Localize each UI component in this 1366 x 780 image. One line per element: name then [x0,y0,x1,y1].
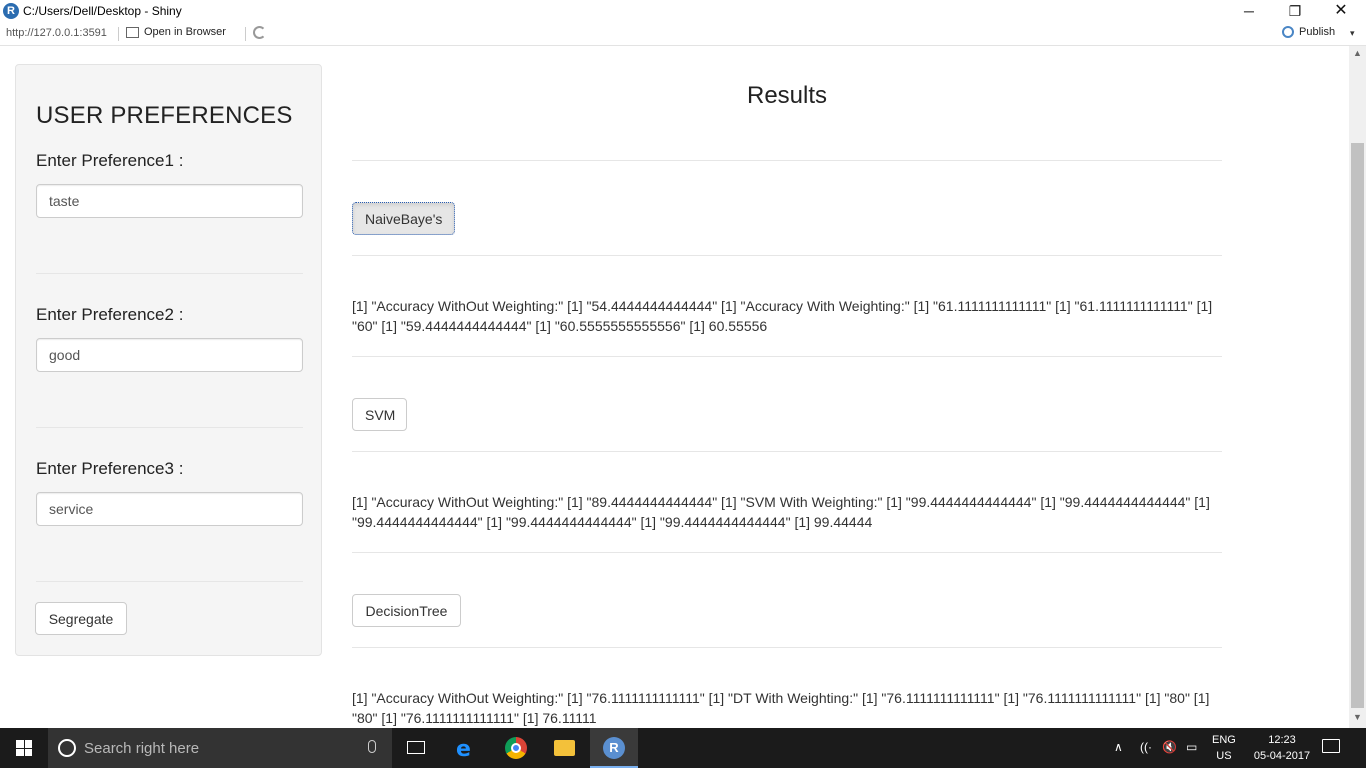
preference1-label: Enter Preference1 : [36,151,184,170]
window-titlebar: R C:/Users/Dell/Desktop - Shiny ─ ❐ ✕ [0,0,1366,23]
viewer-toolbar: http://127.0.0.1:3591 Open in Browser Pu… [0,23,1366,46]
clock-date: 05-04-2017 [1253,750,1311,762]
preference2-label: Enter Preference2 : [36,305,184,324]
start-button[interactable] [0,728,48,768]
windows-taskbar: Search right here e R ∧ ((· 🔇 ▭ ENG US 1… [0,728,1366,768]
vertical-scrollbar[interactable]: ▲ ▼ [1349,46,1366,728]
task-view-button[interactable] [392,728,440,768]
divider [352,552,1222,553]
divider [36,427,303,428]
battery-icon[interactable]: ▭ [1186,740,1197,780]
taskbar-search-box[interactable]: Search right here [48,728,392,768]
scroll-up-icon[interactable]: ▲ [1349,48,1366,60]
clock-time: 12:23 [1268,734,1296,746]
refresh-icon[interactable] [253,26,266,39]
microphone-icon[interactable] [368,740,376,753]
publish-icon [1282,26,1294,38]
divider [352,451,1222,452]
divider [352,160,1222,161]
chrome-taskbar-button[interactable] [492,728,540,768]
network-icon[interactable]: ((· [1140,740,1152,780]
divider [352,356,1222,357]
publish-dropdown-icon[interactable]: ▾ [1350,28,1355,39]
minimize-button[interactable]: ─ [1226,0,1272,23]
file-explorer-taskbar-button[interactable] [541,728,589,768]
publish-label: Publish [1299,26,1336,38]
rstudio-taskbar-button[interactable]: R [590,728,638,768]
scroll-down-icon[interactable]: ▼ [1349,712,1366,724]
panel-title: USER PREFERENCES [36,102,293,129]
r-icon: R [603,737,625,759]
search-placeholder: Search right here [84,740,200,757]
naive-bayes-output: [1] "Accuracy WithOut Weighting:" [1] "5… [352,298,1213,334]
svm-button[interactable]: SVM [352,398,407,431]
toolbar-divider [245,27,246,41]
window-title: C:/Users/Dell/Desktop - Shiny [23,4,182,18]
open-in-browser-label: Open in Browser [144,26,226,38]
divider [36,273,303,274]
edge-taskbar-button[interactable]: e [442,728,490,768]
url-address[interactable]: http://127.0.0.1:3591 [6,27,107,39]
divider [352,255,1222,256]
cortana-icon [58,739,76,757]
language-code: ENG [1212,734,1236,746]
publish-button[interactable]: Publish [1282,26,1335,38]
results-title: Results [746,82,828,109]
restore-button[interactable]: ❐ [1272,0,1318,23]
user-preferences-panel: USER PREFERENCES Enter Preference1 : Ent… [15,64,322,656]
keyboard-layout-code: US [1216,750,1232,762]
edge-icon: e [456,737,471,762]
action-center-icon[interactable] [1322,739,1340,753]
open-window-icon [126,26,139,38]
preference3-label: Enter Preference3 : [36,459,184,478]
toolbar-divider [118,27,119,41]
rstudio-app-icon: R [3,3,19,19]
volume-muted-icon[interactable]: 🔇 [1162,740,1177,780]
close-button[interactable]: ✕ [1318,0,1364,23]
show-hidden-icons-icon[interactable]: ∧ [1114,740,1123,780]
svm-output: [1] "Accuracy WithOut Weighting:" [1] "8… [352,494,1210,530]
decision-tree-output: [1] "Accuracy WithOut Weighting:" [1] "7… [352,690,1210,726]
task-view-icon [407,741,425,754]
preference1-input[interactable] [36,184,303,218]
windows-logo-icon [16,740,32,756]
folder-icon [554,740,575,756]
divider [352,647,1222,648]
segregate-button[interactable]: Segregate [35,602,127,635]
system-clock[interactable]: 12:23 05-04-2017 [1244,732,1320,764]
input-language-indicator[interactable]: ENG US [1212,732,1236,764]
decision-tree-button[interactable]: DecisionTree [352,594,461,627]
preference3-input[interactable] [36,492,303,526]
scroll-thumb[interactable] [1351,143,1364,708]
divider [36,581,303,582]
open-in-browser-button[interactable]: Open in Browser [126,26,226,38]
chrome-icon [505,737,527,759]
naive-bayes-button[interactable]: NaiveBaye's [352,202,455,235]
preference2-input[interactable] [36,338,303,372]
